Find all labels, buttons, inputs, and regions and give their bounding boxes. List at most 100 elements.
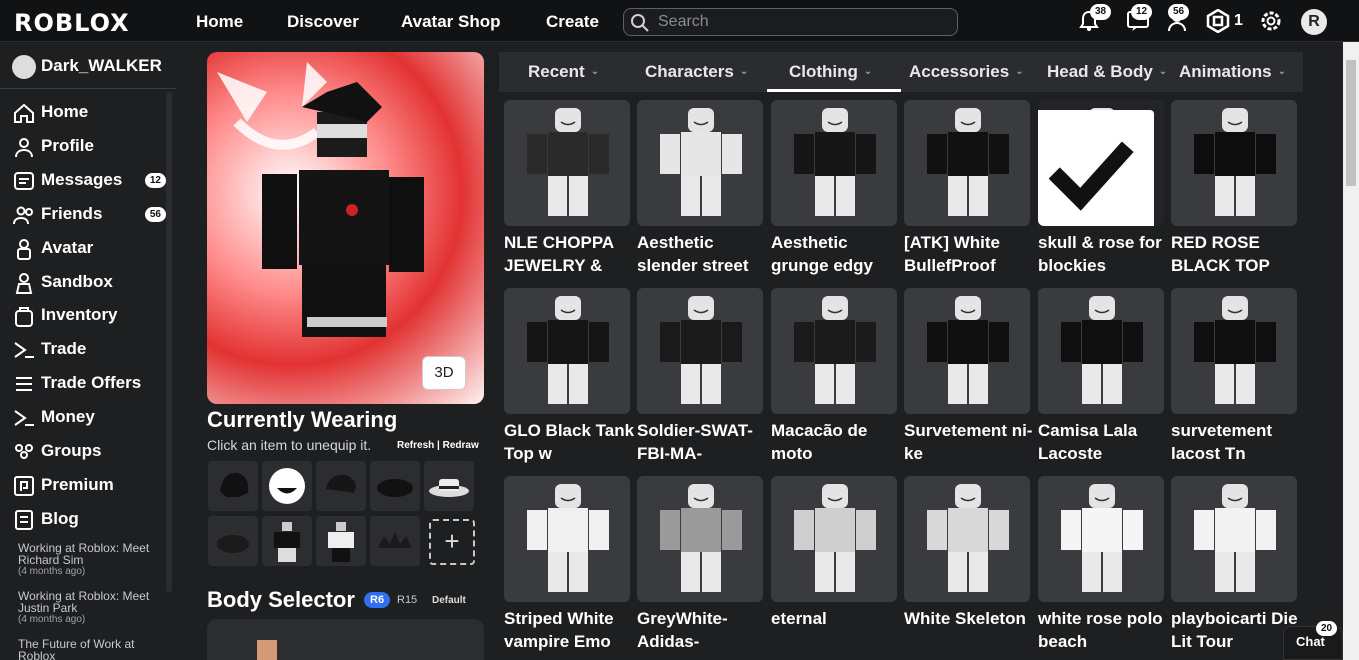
worn-item-face[interactable] [262, 461, 312, 511]
item-name[interactable]: GreyWhite-Adidas- [637, 607, 773, 653]
tab-accessories[interactable]: Accessories ⌄ [909, 62, 1024, 82]
nav-home[interactable]: Home [196, 12, 243, 32]
item-thumbnail[interactable] [904, 288, 1030, 414]
sidebar-badge: 12 [144, 173, 166, 188]
item-name[interactable]: Macacão de moto [771, 419, 907, 465]
sidebar-item-sandbox[interactable]: Sandbox [12, 270, 168, 296]
avatar-item-render [1061, 296, 1143, 404]
worn-item-hair[interactable] [208, 461, 258, 511]
blog-post[interactable]: Working at Roblox: Meet Justin Park (4 mo… [18, 590, 168, 626]
nav-discover[interactable]: Discover [287, 12, 359, 32]
worn-item-shirt[interactable] [262, 516, 312, 566]
nav-create[interactable]: Create [546, 12, 599, 32]
tab-characters[interactable]: Characters ⌄ [645, 62, 748, 82]
redraw-link[interactable]: Redraw [443, 440, 479, 451]
item-name[interactable]: survetement lacost Tn [1171, 419, 1307, 465]
item-name[interactable]: GLO Black Tank Top w [504, 419, 640, 465]
item-name[interactable]: [ATK] White BullefProof [904, 231, 1040, 277]
item-thumbnail[interactable] [1038, 476, 1164, 602]
sidebar-item-avatar[interactable]: Avatar [12, 236, 168, 262]
item-name[interactable]: eternal [771, 607, 907, 653]
r15-toggle[interactable]: R15 [397, 594, 417, 606]
item-name[interactable]: RED ROSE BLACK TOP [1171, 231, 1307, 277]
item-name[interactable]: white rose polo beach [1038, 607, 1174, 653]
worn-item-accessory[interactable] [208, 516, 258, 566]
sidebar-item-messages[interactable]: Messages 12 [12, 168, 168, 194]
item-thumbnail[interactable] [771, 100, 897, 226]
item-thumbnail[interactable] [637, 100, 763, 226]
item-thumbnail[interactable] [771, 476, 897, 602]
robux-icon[interactable] [1205, 9, 1231, 33]
worn-item-hat[interactable] [424, 461, 474, 511]
blog-post-age: (4 months ago) [18, 566, 86, 577]
item-name[interactable]: Survetement ni-ke [904, 419, 1040, 465]
item-thumbnail[interactable] [904, 476, 1030, 602]
item-name[interactable]: Striped White vampire Emo [504, 607, 640, 653]
r6-toggle[interactable]: R6 [364, 592, 391, 608]
search-input[interactable]: Search [623, 8, 958, 36]
sidebar-item-profile[interactable]: Profile [12, 134, 168, 160]
settings-gear-icon[interactable] [1258, 9, 1284, 33]
view-3d-button[interactable]: 3D [422, 356, 466, 390]
trade-offers-icon [16, 377, 32, 391]
worn-item-hair-2[interactable] [316, 461, 366, 511]
item-thumbnail[interactable] [904, 100, 1030, 226]
avatar-item-render [1194, 108, 1276, 216]
sidebar-item-money[interactable]: Money [12, 405, 168, 431]
item-name[interactable]: Soldier-SWAT-FBI-MA- [637, 419, 773, 465]
inventory-icon [15, 307, 33, 327]
tab-head-body[interactable]: Head & Body ⌄ [1047, 62, 1167, 82]
unequip-hint: Click an item to unequip it. [207, 437, 372, 453]
item-thumbnail[interactable] [637, 476, 763, 602]
sidebar-scrollbar[interactable] [166, 92, 172, 592]
tab-clothing[interactable]: Clothing ⌄ [789, 62, 872, 82]
scrollbar-thumb[interactable] [1346, 60, 1356, 186]
sidebar-item-friends[interactable]: Friends 56 [12, 202, 168, 228]
checkmark-icon [1038, 110, 1154, 226]
chat-button[interactable]: Chat 20 [1283, 621, 1343, 660]
skin-color-swatch[interactable] [257, 640, 277, 660]
item-name[interactable]: White Skeleton [904, 607, 1040, 653]
tab-recent[interactable]: Recent ⌄ [528, 62, 599, 82]
avatar-item-render [660, 296, 742, 404]
item-name[interactable]: Aesthetic grunge edgy [771, 231, 907, 277]
worn-item-crown[interactable] [370, 516, 420, 566]
item-thumbnail[interactable] [1171, 100, 1297, 226]
default-button[interactable]: Default [432, 595, 466, 606]
item-name[interactable]: skull & rose for blockies [1038, 231, 1174, 277]
sidebar-item-home[interactable]: Home [12, 100, 168, 126]
blog-post[interactable]: Working at Roblox: Meet Richard Sim (4 mo… [18, 542, 168, 578]
worn-item-pants[interactable] [316, 516, 366, 566]
sidebar-item-inventory[interactable]: Inventory [12, 303, 168, 329]
item-thumbnail[interactable] [1038, 100, 1164, 226]
item-thumbnail[interactable] [1038, 288, 1164, 414]
add-item-button[interactable]: + [429, 519, 475, 565]
refresh-link[interactable]: Refresh [397, 440, 434, 451]
nav-avatar-shop[interactable]: Avatar Shop [401, 12, 501, 32]
item-name[interactable]: NLE CHOPPA JEWELRY & [504, 231, 640, 277]
avatar-item-render [660, 484, 742, 592]
sidebar-item-blog[interactable]: Blog [12, 507, 168, 533]
blog-post[interactable]: The Future of Work at Roblox(5 months ag… [18, 638, 168, 660]
tab-animations[interactable]: Animations ⌄ [1179, 62, 1286, 82]
sidebar-item-trade-offers[interactable]: Trade Offers [12, 371, 168, 397]
item-thumbnail[interactable] [637, 288, 763, 414]
item-thumbnail[interactable] [1171, 288, 1297, 414]
avatar-item-render [527, 108, 609, 216]
item-name[interactable]: Camisa Lala Lacoste [1038, 419, 1174, 465]
item-name[interactable]: Aesthetic slender street [637, 231, 773, 277]
worn-item-mask[interactable] [370, 461, 420, 511]
item-thumbnail[interactable] [504, 100, 630, 226]
sidebar-item-label: Inventory [41, 305, 118, 324]
sidebar-item-premium[interactable]: Premium [12, 473, 168, 499]
item-thumbnail[interactable] [504, 288, 630, 414]
roblox-logo[interactable]: ROBLOX [14, 9, 130, 37]
avatar-preview[interactable]: 3D [207, 52, 484, 404]
top-navigation-bar: ROBLOX Home Discover Avatar Shop Create … [0, 0, 1359, 42]
item-thumbnail[interactable] [504, 476, 630, 602]
account-avatar-icon[interactable]: R [1301, 9, 1327, 35]
item-thumbnail[interactable] [771, 288, 897, 414]
item-thumbnail[interactable] [1171, 476, 1297, 602]
sidebar-item-groups[interactable]: Groups [12, 439, 168, 465]
sidebar-item-trade[interactable]: Trade [12, 337, 168, 363]
